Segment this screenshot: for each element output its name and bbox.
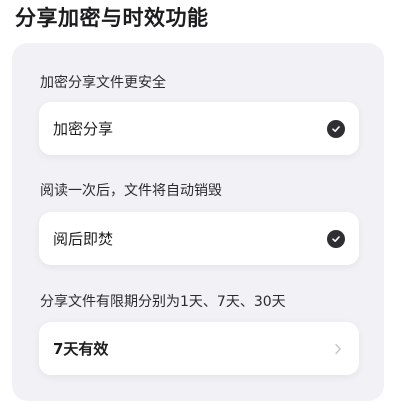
section-label-validity: 分享文件有限期分别为1天、7天、30天 [40,294,286,310]
settings-panel: 加密分享文件更安全 加密分享 阅读一次后，文件将自动销毁 阅后即焚 分享文件有限… [12,43,384,401]
option-card-burn-after-reading[interactable]: 阅后即焚 [39,212,359,265]
option-card-validity-period[interactable]: 7天有效 [39,322,359,375]
check-circle-icon [327,229,345,248]
option-label-encrypt-share: 加密分享 [53,120,114,138]
check-circle-icon [327,119,345,138]
section-label-encrypt: 加密分享文件更安全 [40,75,166,91]
section-label-burn: 阅读一次后，文件将自动销毁 [40,183,222,199]
chevron-right-icon [331,342,345,356]
page-title: 分享加密与时效功能 [15,6,209,30]
option-card-encrypt-share[interactable]: 加密分享 [39,102,359,155]
option-label-validity-period: 7天有效 [53,340,109,358]
option-label-burn-after-reading: 阅后即焚 [53,230,114,248]
